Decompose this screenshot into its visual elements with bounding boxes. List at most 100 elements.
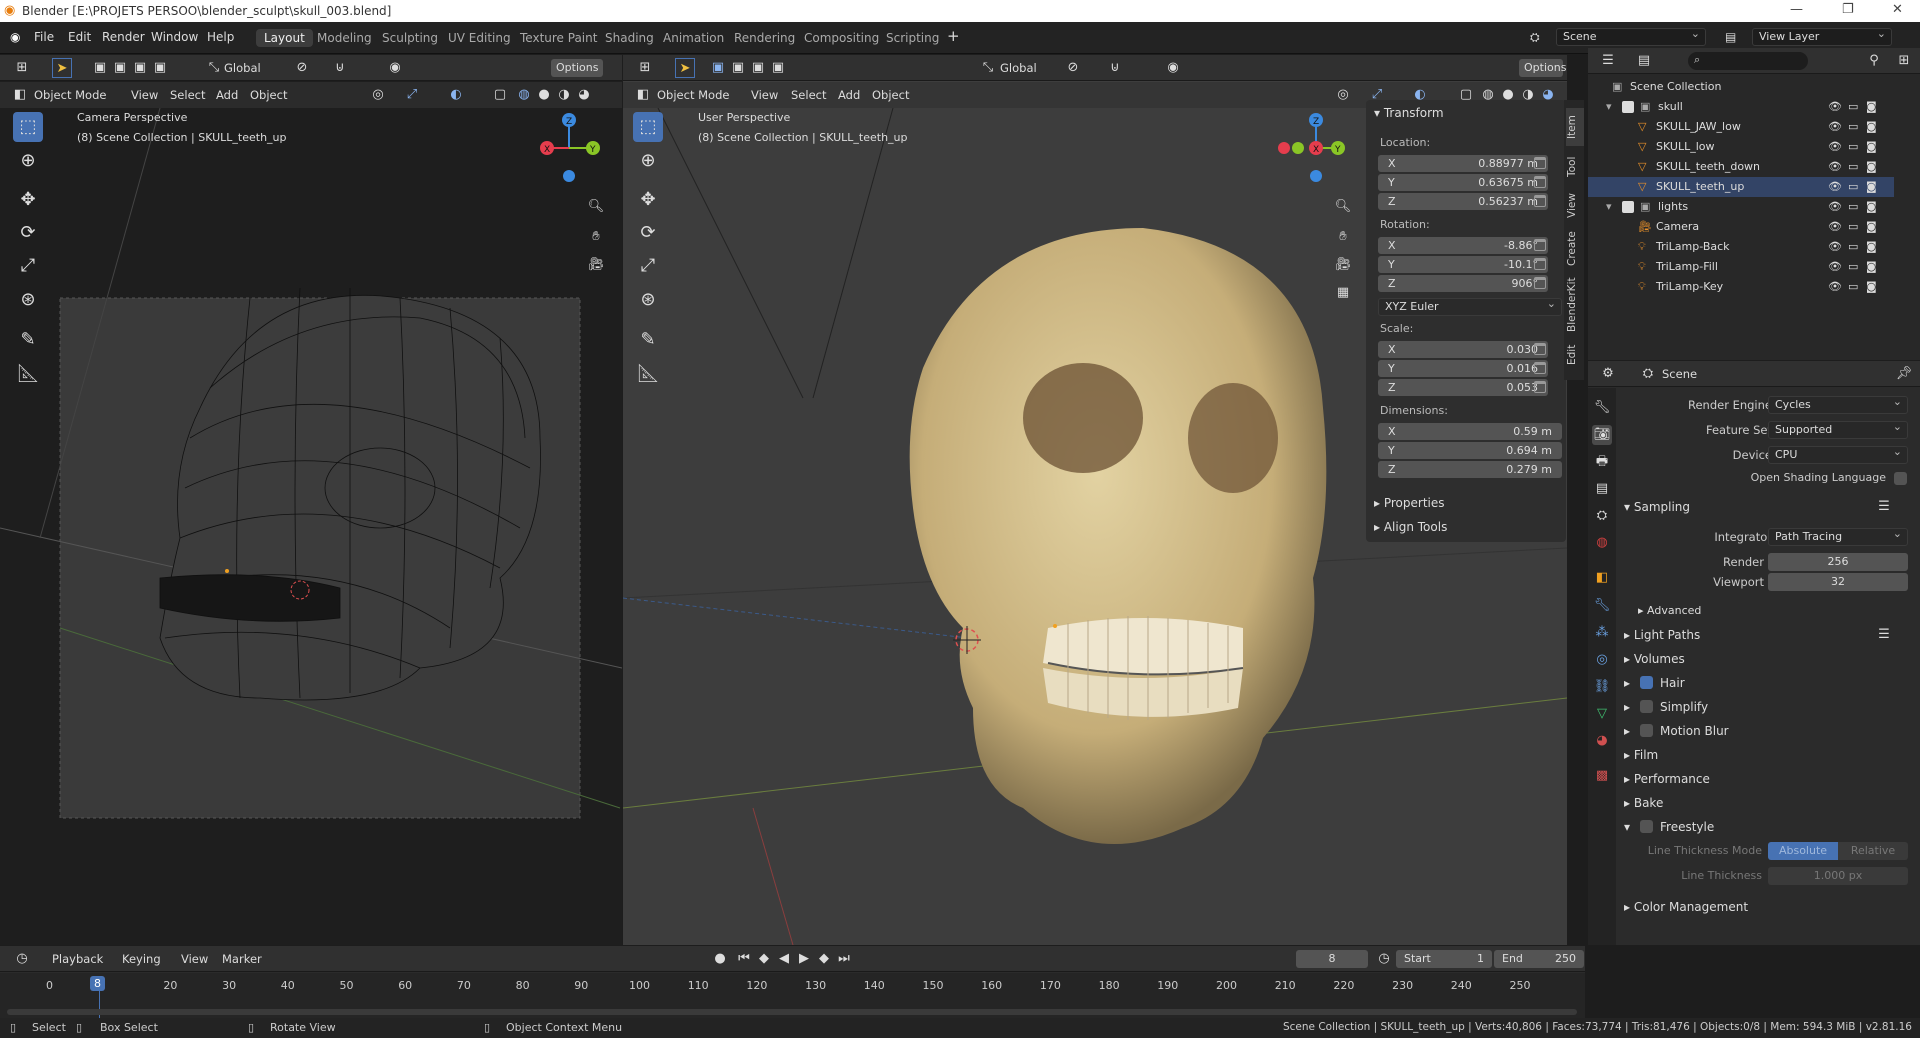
absolute-toggle[interactable]: Absolute: [1768, 842, 1838, 860]
menu-marker[interactable]: Marker: [222, 952, 262, 966]
freestyle-checkbox[interactable]: [1640, 820, 1653, 833]
camera-viewport[interactable]: ⊞ ➤ ▣ ▣ ▣ ▣ ⤡ Global ⊘ ⊍ ◉ Options ◧ Obj…: [0, 55, 622, 945]
render-camera-icon[interactable]: ◙: [1866, 97, 1877, 117]
orientation-icon[interactable]: ⤡: [204, 58, 224, 78]
volumes-panel-header[interactable]: ▸ Volumes: [1624, 649, 1685, 669]
minimize-icon[interactable]: —: [1790, 2, 1803, 17]
outliner-item[interactable]: ▾ ▣ lights 👁︎ ▭ ◙: [1588, 197, 1894, 217]
clock-icon[interactable]: ◷: [12, 949, 32, 969]
eye-icon[interactable]: 👁︎: [1828, 137, 1842, 157]
dimensions-x-field[interactable]: X 0.59 m: [1378, 423, 1562, 440]
scene-tab-icon[interactable]: ⛭: [1592, 506, 1612, 526]
select-tool-icon[interactable]: ➤: [52, 58, 72, 78]
zoom-icon[interactable]: 🔍︎: [586, 197, 606, 217]
list-icon[interactable]: ☰: [1874, 497, 1894, 517]
cursor-tool[interactable]: ⊕: [13, 146, 43, 176]
simplify-panel-header[interactable]: ▸: [1624, 697, 1630, 717]
menu-select[interactable]: Select: [170, 88, 205, 102]
collection-checkbox[interactable]: [1622, 201, 1634, 213]
eye-icon[interactable]: 👁︎: [1828, 237, 1842, 257]
material-tab-icon[interactable]: ◕: [1592, 731, 1612, 751]
overlay-icon[interactable]: ◐: [446, 85, 466, 105]
outliner-root[interactable]: ▣ Scene Collection: [1588, 77, 1894, 97]
constraints-tab-icon[interactable]: ⛓︎: [1592, 677, 1612, 697]
outliner-item[interactable]: ▽ SKULL_low 👁︎ ▭ ◙: [1588, 137, 1894, 157]
tab-texture-paint[interactable]: Texture Paint: [512, 29, 605, 47]
viewport-samples-field[interactable]: 32: [1768, 573, 1908, 591]
location-x-field[interactable]: X 0.88977 m: [1378, 155, 1548, 172]
perspective-grid-icon[interactable]: ▦: [1333, 283, 1353, 303]
scale-y-field[interactable]: Y 0.016: [1378, 360, 1548, 377]
location-z-field[interactable]: Z 0.56237 m: [1378, 193, 1548, 210]
view-object-types-icon[interactable]: ◎: [1333, 85, 1353, 105]
tool-tab-icon[interactable]: 🔧︎: [1592, 398, 1612, 418]
menu-file[interactable]: File: [34, 30, 54, 44]
monitor-icon[interactable]: ▭: [1848, 97, 1858, 117]
menu-help[interactable]: Help: [207, 30, 234, 44]
view-object-types-icon[interactable]: ◎: [368, 85, 388, 105]
navigation-gizmo[interactable]: Z Y X: [1276, 110, 1346, 190]
options-button[interactable]: Options: [1519, 59, 1566, 77]
tab-layout[interactable]: Layout: [256, 29, 313, 47]
rotate-tool[interactable]: ⟳: [633, 218, 663, 248]
motion-blur-checkbox[interactable]: [1640, 724, 1653, 737]
output-tab-icon[interactable]: 🖶︎: [1592, 452, 1612, 472]
pivot-icon[interactable]: ⊘: [292, 58, 312, 78]
light-paths-panel-header[interactable]: ▸ Light Paths: [1624, 625, 1700, 645]
tab-compositing[interactable]: Compositing: [796, 29, 887, 47]
render-camera-icon[interactable]: ◙: [1866, 257, 1877, 277]
eye-icon[interactable]: 👁︎: [1828, 217, 1842, 237]
select-subtract-icon[interactable]: ▣: [130, 58, 150, 78]
pin-icon[interactable]: 📌︎: [1894, 364, 1914, 384]
relative-toggle[interactable]: Relative: [1838, 842, 1908, 860]
outliner-item[interactable]: ▽ SKULL_teeth_down 👁︎ ▭ ◙: [1588, 157, 1894, 177]
monitor-icon[interactable]: ▭: [1848, 197, 1858, 217]
tab-create[interactable]: Create: [1566, 228, 1584, 270]
tab-blenderkit[interactable]: BlenderKit: [1566, 274, 1584, 336]
proportional-icon[interactable]: ◉: [1163, 58, 1183, 78]
outliner-item[interactable]: ▽ SKULL_teeth_up 👁︎ ▭ ◙: [1588, 177, 1894, 197]
close-icon[interactable]: ✕: [1892, 2, 1903, 17]
expand-arrow-icon[interactable]: ▾: [1606, 97, 1612, 117]
eye-icon[interactable]: 👁︎: [1828, 117, 1842, 137]
render-samples-field[interactable]: 256: [1768, 553, 1908, 571]
editor-type-icon[interactable]: ⊞: [635, 58, 655, 78]
select-box-tool[interactable]: ⬚: [633, 112, 663, 142]
menu-edit[interactable]: Edit: [68, 30, 91, 44]
rotation-y-field[interactable]: Y -10.1°: [1378, 256, 1548, 273]
hair-checkbox[interactable]: [1640, 676, 1653, 689]
menu-keying[interactable]: Keying: [122, 952, 161, 966]
next-keyframe-icon[interactable]: ◆: [814, 949, 834, 969]
bake-panel-header[interactable]: ▸ Bake: [1624, 793, 1663, 813]
orientation-icon[interactable]: ⤡: [978, 58, 998, 78]
film-panel-header[interactable]: ▸ Film: [1624, 745, 1658, 765]
play-reverse-icon[interactable]: ◀: [774, 949, 794, 969]
transform-tool[interactable]: ⊛: [633, 285, 663, 315]
rotation-mode-select[interactable]: XYZ Euler: [1378, 296, 1562, 316]
menu-object[interactable]: Object: [872, 88, 909, 102]
render-camera-icon[interactable]: ◙: [1866, 117, 1877, 137]
pan-hand-icon[interactable]: ✋︎: [586, 227, 606, 247]
scale-x-field[interactable]: X 0.030: [1378, 341, 1548, 358]
tab-tool[interactable]: Tool: [1566, 150, 1584, 184]
measure-tool[interactable]: 📐︎: [633, 359, 663, 389]
particles-tab-icon[interactable]: ⁂: [1592, 623, 1612, 643]
timeline-ruler[interactable]: 0 8 20 30 40 50 60 70 80 90 100 110 120 130 140 150 160 1…: [0, 973, 1585, 1018]
motion-blur-panel-header[interactable]: ▸: [1624, 721, 1630, 741]
render-camera-icon[interactable]: ◙: [1866, 137, 1877, 157]
tab-view[interactable]: View: [1566, 188, 1584, 224]
location-y-field[interactable]: Y 0.63675 m: [1378, 174, 1548, 191]
editor-type-icon[interactable]: ☰: [1598, 51, 1618, 71]
monitor-icon[interactable]: ▭: [1848, 117, 1858, 137]
tab-shading[interactable]: Shading: [597, 29, 662, 47]
align-tools-panel-header[interactable]: ▸ Align Tools: [1374, 520, 1447, 534]
menu-render[interactable]: Render: [102, 30, 145, 44]
advanced-subpanel-header[interactable]: ▸ Advanced: [1638, 601, 1701, 621]
scale-tool[interactable]: ⤢: [13, 251, 43, 281]
eye-icon[interactable]: 👁︎: [1828, 257, 1842, 277]
render-camera-icon[interactable]: ◙: [1866, 237, 1877, 257]
integrator-select[interactable]: Path Tracing: [1768, 526, 1908, 546]
jump-start-icon[interactable]: ⏮: [734, 949, 754, 969]
view-layer-selector[interactable]: View Layer: [1752, 26, 1892, 46]
sampling-panel-header[interactable]: ▾ Sampling: [1624, 497, 1690, 517]
